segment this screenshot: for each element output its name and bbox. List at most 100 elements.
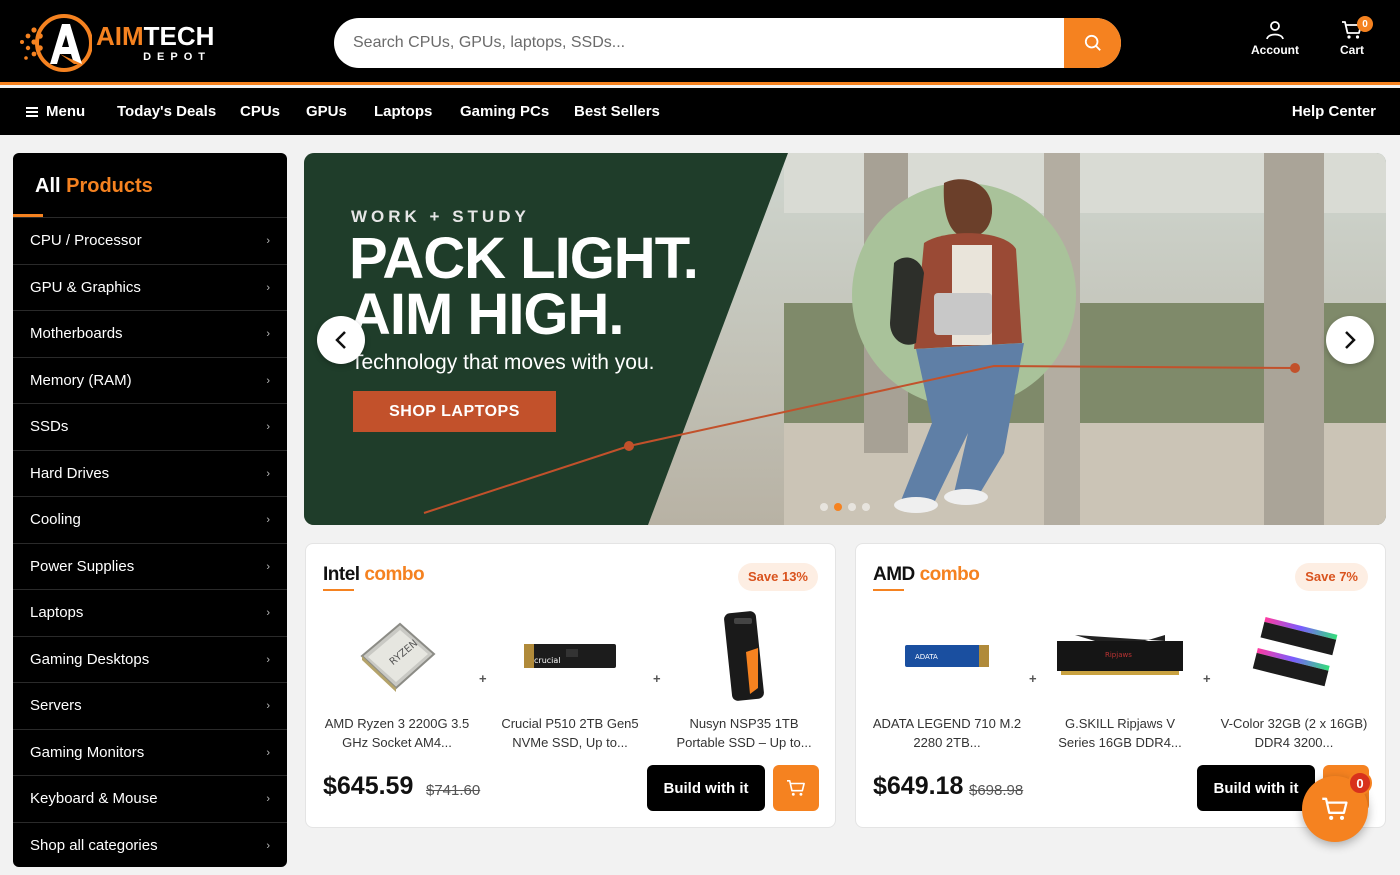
sidebar-item-memory[interactable]: Memory (RAM) › (13, 356, 287, 404)
plus-icon: + (479, 671, 487, 686)
plus-icon: + (1029, 671, 1037, 686)
logo-mark-icon (20, 14, 92, 72)
sidebar-item-shop-all[interactable]: Shop all categories › (13, 821, 287, 868)
sidebar-item-gaming-desktops[interactable]: Gaming Desktops › (13, 635, 287, 683)
cpu-chip-icon: RYZEN (360, 622, 436, 692)
chevron-right-icon: › (266, 328, 270, 340)
search-input[interactable] (334, 18, 1064, 68)
chevron-right-icon: › (266, 560, 270, 573)
brand-name-part1: AIM (96, 21, 144, 51)
account-label: Account (1251, 43, 1299, 57)
product-name: G.SKILL Ripjaws V Series 16GB DDR4... (1058, 716, 1182, 750)
combo-product[interactable]: Ripjaws G.SKILL Ripjaws V Series 16GB DD… (1045, 604, 1195, 752)
shop-laptops-button[interactable]: SHOP LAPTOPS (353, 391, 556, 432)
sidebar-item-motherboards[interactable]: Motherboards › (13, 310, 287, 357)
cart-icon (787, 779, 805, 796)
build-with-it-button[interactable]: Build with it (647, 765, 765, 811)
build-with-it-button[interactable]: Build with it (1197, 765, 1315, 811)
plus-icon: + (653, 671, 661, 686)
combo-product[interactable]: RYZEN AMD Ryzen 3 2200G 3.5 GHz Socket A… (322, 604, 472, 752)
carousel-prev-button[interactable] (317, 316, 365, 364)
sidebar-item-gaming-monitors[interactable]: Gaming Monitors › (13, 728, 287, 776)
hamburger-icon (26, 105, 38, 119)
chevron-right-icon: › (266, 235, 270, 247)
cart-icon (1322, 797, 1348, 820)
add-to-cart-button[interactable] (773, 765, 819, 811)
combo-title-underline (873, 589, 904, 591)
m2-ssd-icon: crucial (524, 644, 616, 668)
intel-combo-card: Intel combo Save 13% RYZEN AMD Ryzen 3 2… (305, 543, 836, 828)
sidebar-item-gpu[interactable]: GPU & Graphics › (13, 263, 287, 311)
chevron-right-icon: › (266, 421, 270, 433)
svg-text:ADATA: ADATA (915, 653, 938, 661)
chevron-right-icon: › (266, 700, 270, 712)
sidebar-header: All Products (13, 153, 287, 217)
user-icon (1266, 21, 1284, 40)
nav-link-cpus[interactable]: CPUs (240, 88, 280, 135)
save-badge: Save 7% (1295, 563, 1368, 591)
search-icon (1084, 34, 1101, 51)
product-name: AMD Ryzen 3 2200G 3.5 GHz Socket AM4... (324, 716, 470, 750)
cart-button[interactable]: Cart 0 (1332, 16, 1373, 57)
chevron-right-icon: › (266, 467, 270, 480)
cart-label: Cart (1339, 43, 1364, 57)
carousel-dot[interactable] (848, 503, 856, 511)
sidebar-item-hard-drives[interactable]: Hard Drives › (13, 449, 287, 497)
hero-banner[interactable]: WORK + STUDY PACK LIGHT. AIM HIGH. Techn… (304, 153, 1386, 525)
carousel-next-button[interactable] (1326, 316, 1374, 364)
combo-price: $649.18 (873, 772, 964, 800)
chevron-right-icon: › (266, 653, 270, 666)
nav-link-laptops[interactable]: Laptops (374, 88, 432, 135)
chevron-right-icon: › (266, 839, 270, 852)
m2-ssd-icon: ADATA (905, 645, 989, 667)
nav-link-help-center[interactable]: Help Center (1292, 88, 1376, 135)
hero-kicker: WORK + STUDY (351, 207, 530, 226)
logo[interactable]: AIMTECH DEPOT (16, 12, 216, 74)
hero-subtitle: Technology that moves with you. (351, 351, 655, 374)
account-button[interactable]: Account (1246, 20, 1304, 57)
chevron-right-icon (1345, 331, 1356, 349)
combo-product[interactable]: crucial Crucial P510 2TB Gen5 NVMe SSD, … (495, 604, 645, 752)
chevron-right-icon: › (266, 374, 270, 387)
product-name: V-Color 32GB (2 x 16GB) DDR4 3200... (1220, 716, 1368, 750)
sidebar-item-ssds[interactable]: SSDs › (13, 403, 287, 450)
chevron-right-icon: › (266, 746, 270, 759)
nav-link-gpus[interactable]: GPUs (306, 88, 347, 135)
combo-title-underline (323, 589, 354, 591)
menu-button[interactable]: Menu (26, 88, 85, 135)
combo-old-price: $698.98 (969, 782, 1024, 799)
carousel-dot[interactable] (862, 503, 870, 511)
combo-product[interactable]: ADATA ADATA LEGEND 710 M.2 2280 2TB... (872, 604, 1022, 752)
sidebar-item-servers[interactable]: Servers › (13, 682, 287, 729)
combo-title: Intel combo (323, 564, 425, 585)
hero-headline: PACK LIGHT. AIM HIGH. (349, 226, 699, 347)
combo-product[interactable]: Nusyn NSP35 1TB Portable SSD – Up to... (669, 604, 819, 752)
nav-link-gaming-pcs[interactable]: Gaming PCs (460, 88, 549, 135)
nav-link-best-sellers[interactable]: Best Sellers (574, 88, 660, 135)
main-nav: Menu Today's Deals CPUs GPUs Laptops Gam… (0, 88, 1400, 135)
sidebar-item-cooling[interactable]: Cooling › (13, 496, 287, 543)
carousel-dot-active[interactable] (834, 503, 842, 511)
svg-text:crucial: crucial (534, 656, 561, 665)
sidebar-item-cpu[interactable]: CPU / Processor › (13, 217, 287, 264)
cart-count-badge: 0 (1357, 16, 1373, 32)
carousel-dots (820, 503, 870, 511)
chevron-left-icon (335, 331, 346, 349)
sidebar-item-laptops[interactable]: Laptops › (13, 589, 287, 636)
search-bar (334, 18, 1121, 68)
combo-product[interactable]: V-Color 32GB (2 x 16GB) DDR4 3200... (1219, 604, 1369, 752)
plus-icon: + (1203, 671, 1211, 686)
floating-cart-count-badge: 0 (1348, 771, 1372, 795)
sidebar-item-keyboard-mouse[interactable]: Keyboard & Mouse › (13, 775, 287, 822)
brand-sub: DEPOT (143, 51, 211, 63)
menu-label: Menu (46, 103, 86, 120)
nav-link-todays-deals[interactable]: Today's Deals (117, 88, 216, 135)
carousel-dot[interactable] (820, 503, 828, 511)
chevron-right-icon: › (266, 281, 270, 294)
chevron-right-icon: › (266, 607, 270, 619)
portable-ssd-icon (724, 611, 764, 701)
search-button[interactable] (1064, 18, 1121, 68)
product-name: ADATA LEGEND 710 M.2 2280 2TB... (872, 716, 1022, 750)
chevron-right-icon: › (266, 793, 270, 805)
sidebar-item-power-supplies[interactable]: Power Supplies › (13, 542, 287, 590)
